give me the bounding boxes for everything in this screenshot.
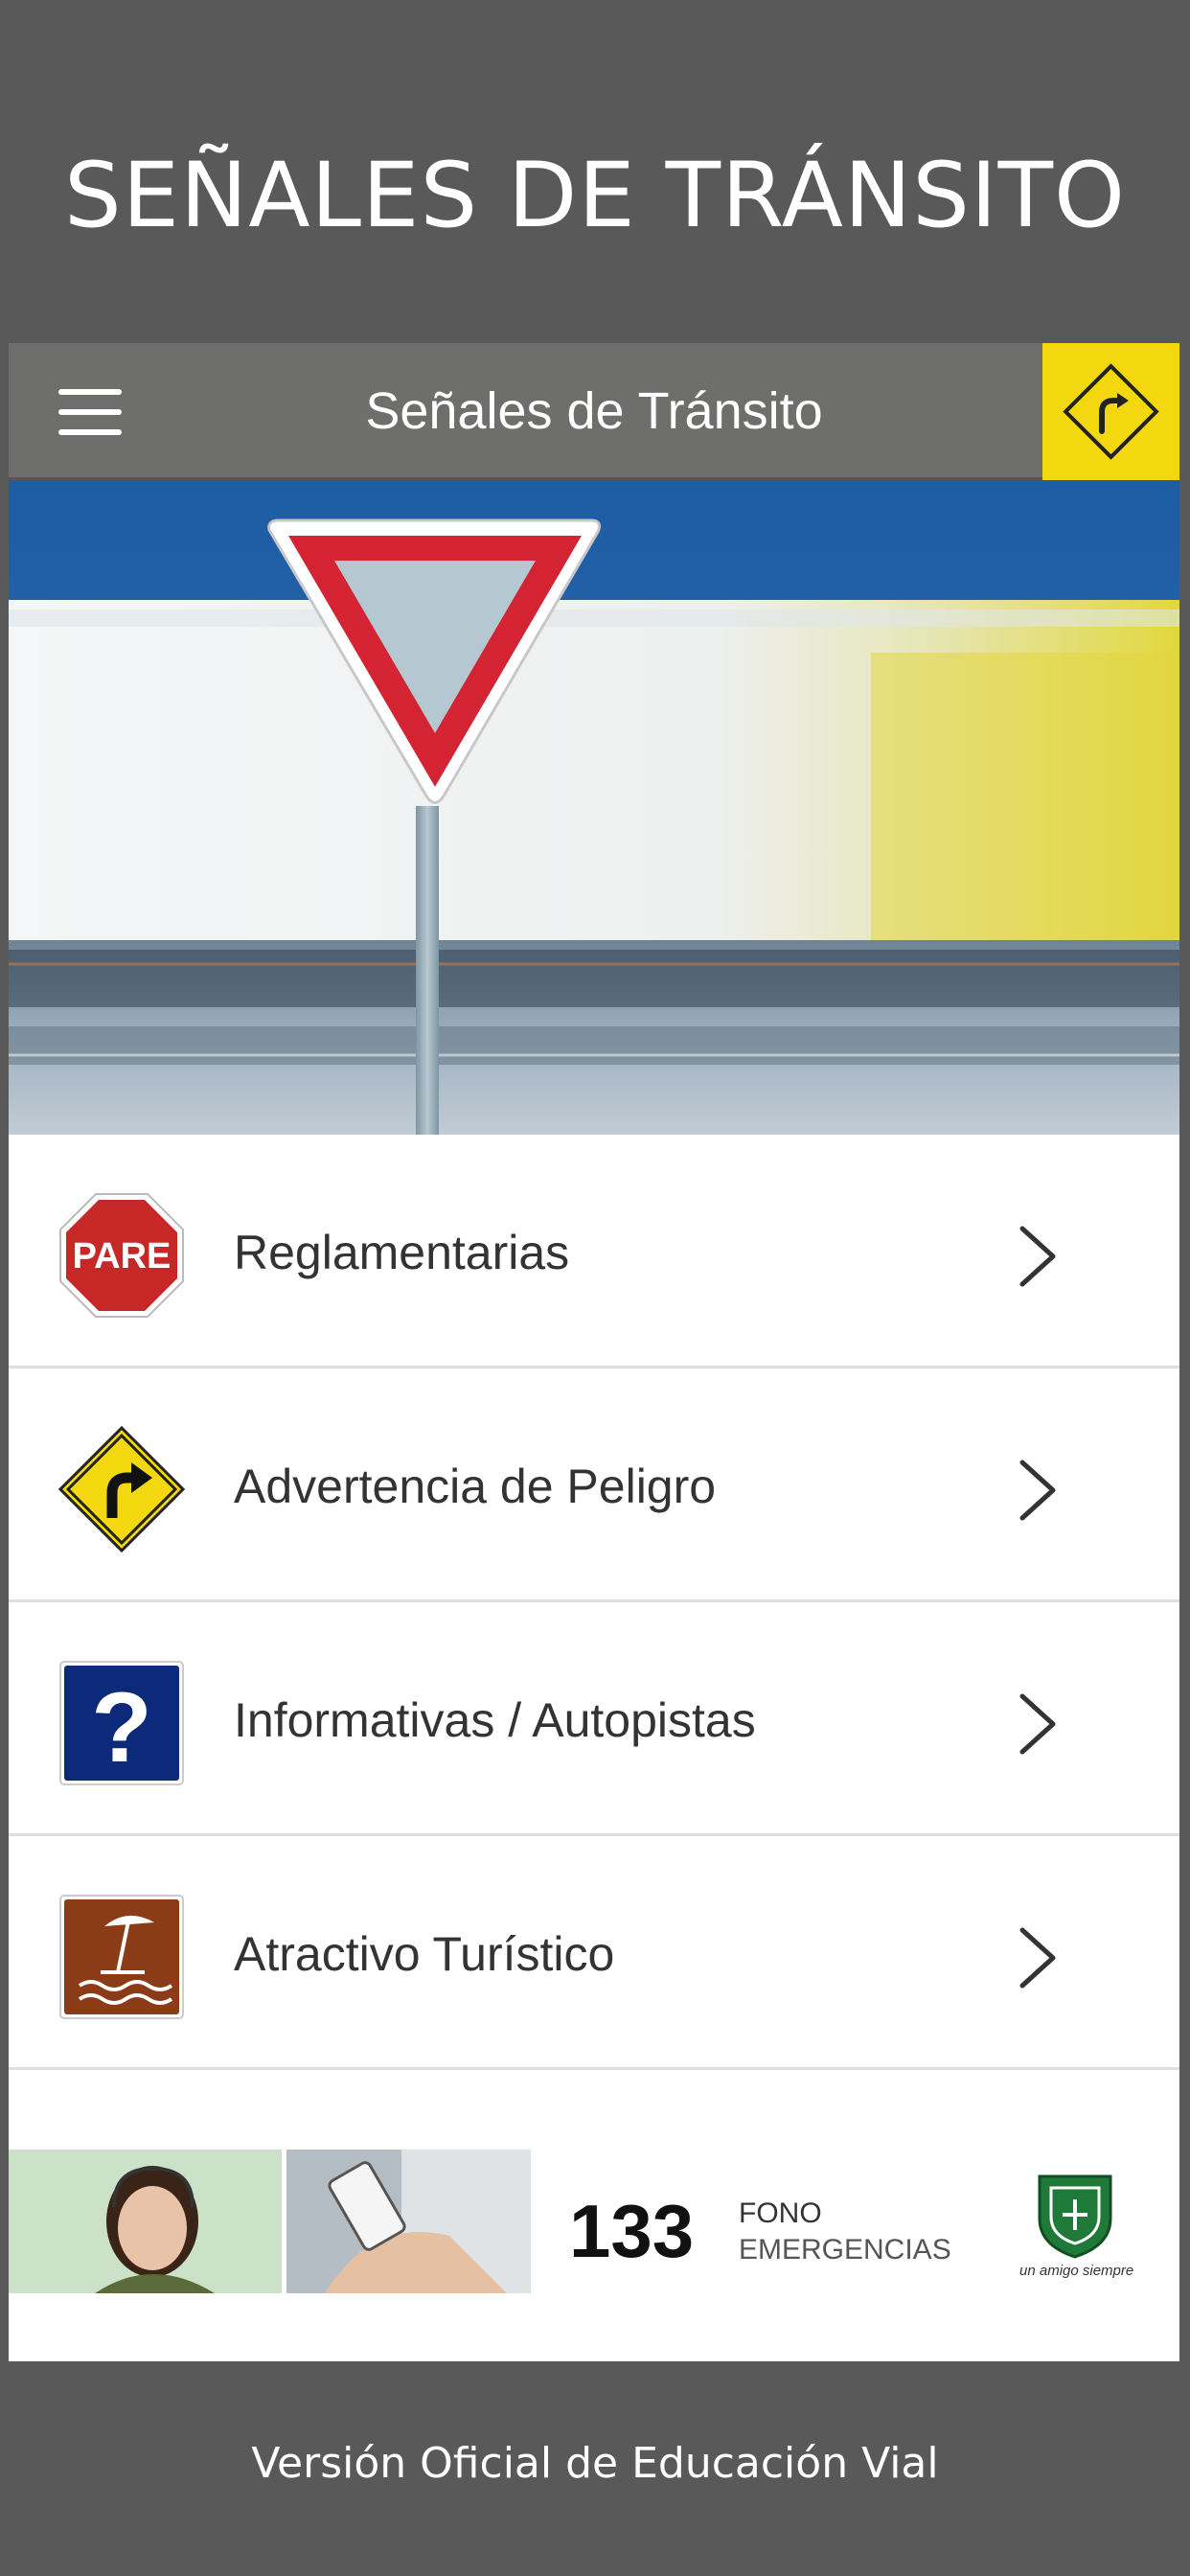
menu-item-informativas[interactable]: ? Informativas / Autopistas bbox=[9, 1602, 1179, 1836]
info-sign-text: ? bbox=[91, 1672, 152, 1783]
chevron-right-icon bbox=[1019, 1226, 1056, 1287]
stop-sign-icon: PARE bbox=[58, 1192, 185, 1319]
menu-item-advertencia[interactable]: Advertencia de Peligro bbox=[9, 1368, 1179, 1602]
emergency-banner[interactable]: 133 FONO EMERGENCIAS un amigo siempre bbox=[9, 2150, 1179, 2303]
category-menu: PARE Reglamentarias Advertencia de Pelig… bbox=[9, 1135, 1179, 2070]
app-bar-title: Señales de Tránsito bbox=[365, 382, 823, 440]
app-screen: Señales de Tránsito PARE Reglamentarias … bbox=[9, 343, 1179, 2361]
warning-curve-sign-icon bbox=[57, 1425, 186, 1553]
banner-slogan: un amigo siempre bbox=[1019, 2263, 1134, 2279]
promo-headline: SEÑALES DE TRÁNSITO bbox=[64, 144, 1126, 248]
menu-item-label: Reglamentarias bbox=[234, 1226, 570, 1279]
menu-item-label: Informativas / Autopistas bbox=[234, 1693, 756, 1747]
operator-photo bbox=[9, 2150, 282, 2293]
chevron-right-icon bbox=[1019, 1460, 1056, 1521]
menu-item-turistico[interactable]: Atractivo Turístico bbox=[9, 1836, 1179, 2070]
phone-hand-photo bbox=[286, 2150, 531, 2293]
app-bar: Señales de Tránsito bbox=[9, 343, 1179, 480]
warning-curve-right-sign-icon bbox=[1063, 363, 1159, 460]
beach-umbrella-sign-icon bbox=[58, 1894, 185, 2020]
menu-item-label: Atractivo Turístico bbox=[234, 1927, 615, 1981]
emergency-number: 133 bbox=[569, 2189, 695, 2273]
chevron-right-icon bbox=[1019, 1927, 1056, 1989]
menu-item-label: Advertencia de Peligro bbox=[234, 1460, 717, 1513]
promo-footer: Versión Oficial de Educación Vial bbox=[251, 2439, 939, 2488]
app-logo-button[interactable] bbox=[1042, 343, 1179, 480]
carabineros-shield-logo bbox=[1038, 2174, 1112, 2259]
menu-item-reglamentarias[interactable]: PARE Reglamentarias bbox=[9, 1135, 1179, 1368]
information-question-sign-icon: ? bbox=[58, 1660, 185, 1786]
banner-emergencias-label: EMERGENCIAS bbox=[739, 2234, 951, 2266]
hero-image bbox=[9, 480, 1179, 1135]
stop-sign-text: PARE bbox=[73, 1236, 172, 1276]
chevron-right-icon bbox=[1019, 1693, 1056, 1755]
banner-fono-label: FONO bbox=[739, 2197, 822, 2229]
